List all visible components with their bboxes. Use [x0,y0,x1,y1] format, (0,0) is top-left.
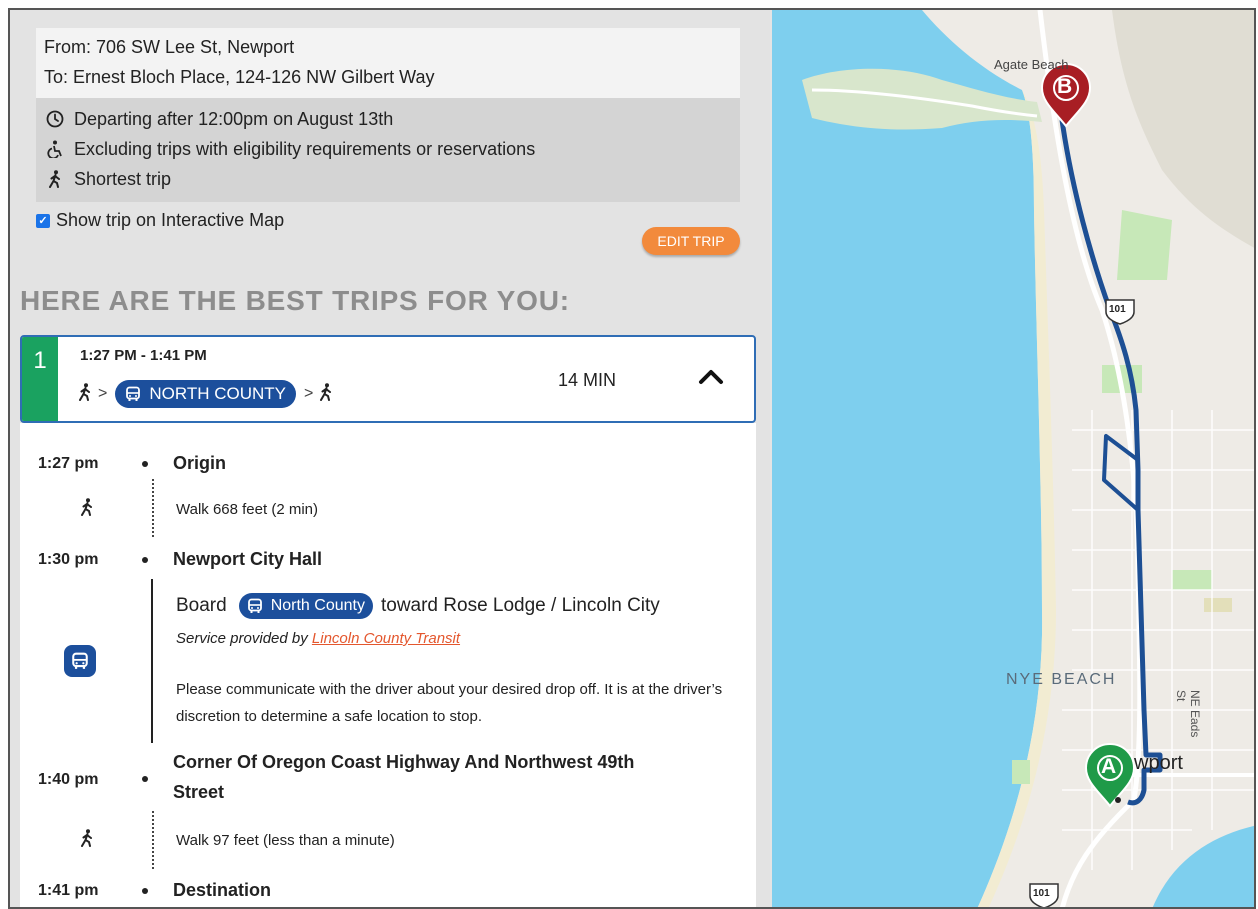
bus-icon [125,386,141,402]
route-pill: North County [238,593,373,619]
pref-departure-text: Departing after 12:00pm on August 13th [74,109,394,129]
itinerary-detail: 1:27 pm Origin Walk 668 feet (2 min) 1:3… [20,423,756,907]
pref-departure: Departing after 12:00pm on August 13th [44,104,732,134]
map-canvas[interactable] [772,10,1256,909]
marker-b-label: B [1057,75,1073,98]
trip-from: From: 706 SW Lee St, Newport [44,37,295,57]
map-label-hwy-101: 101 [1033,888,1050,899]
itinerary-number: 1 [22,337,58,421]
map-label-newport: wport [1134,752,1183,774]
board-instruction: Board North County toward Rose Lodge / L… [176,593,660,619]
show-map-toggle[interactable]: ✓ Show trip on Interactive Map [36,210,284,231]
trip-panel: From: 706 SW Lee St, Newport To: Ernest … [10,10,770,907]
walk-icon [44,170,66,188]
step-alight-stop-line2: Street [173,782,225,802]
step-boarding-stop: Newport City Hall [173,549,323,569]
wheelchair-icon [44,140,66,158]
mode-separator: > [98,385,108,402]
app-frame: From: 706 SW Lee St, Newport To: Ernest … [8,8,1256,909]
show-map-label: Show trip on Interactive Map [56,210,285,230]
route-pill: NORTH COUNTY [115,380,296,408]
service-prefix: Service provided by [176,630,308,647]
map-label-hwy-101: 101 [1109,304,1126,315]
trip-summary: From: 706 SW Lee St, Newport To: Ernest … [36,28,740,202]
pref-accessibility: Excluding trips with eligibility require… [44,134,732,164]
board-word: Board [176,595,227,616]
walk-icon [319,382,333,406]
step-alight-stop-line1: Corner Of Oregon Coast Highway And North… [173,752,635,772]
walk-step-2: Walk 97 feet (less than a minute) [176,832,395,849]
walk-connector [152,479,154,537]
transit-connector [151,579,153,743]
itinerary-card[interactable]: 1 1:27 PM - 1:41 PM > NORTH COUNTY > 14 … [20,335,756,423]
map-label-agate-beach: Agate Beach [994,57,1069,72]
itinerary-time-range: 1:27 PM - 1:41 PM [80,347,207,364]
mode-separator: > [303,385,314,402]
service-provider: Service provided by Lincoln County Trans… [176,630,460,647]
walk-step-1: Walk 668 feet (2 min) [176,501,318,518]
driver-note: Please communicate with the driver about… [176,681,723,725]
map-label-nye-beach: NYE BEACH [1006,671,1117,688]
chevron-up-icon[interactable] [698,367,724,390]
walk-icon [80,829,94,852]
pref-accessibility-text: Excluding trips with eligibility require… [74,139,536,159]
marker-a-label: A [1101,755,1117,778]
itinerary-duration: 14 MIN [558,370,617,390]
step-time-alight: 1:40 pm [38,771,99,788]
map-label-eads-st: NE Eads St [1174,690,1202,738]
pref-optimize-text: Shortest trip [74,169,172,189]
step-time-destination: 1:41 pm [38,882,99,899]
interactive-map[interactable]: Agate Beach NYE BEACH wport NE Eads St 1… [772,10,1256,909]
show-map-checkbox[interactable]: ✓ [36,213,50,228]
walk-icon [80,498,94,521]
pref-optimize: Shortest trip [44,164,732,194]
agency-link[interactable]: Lincoln County Transit [312,630,460,647]
step-time-boarding: 1:30 pm [38,551,99,568]
walk-connector [152,811,154,869]
step-dot [142,461,148,467]
route-pill-label: NORTH COUNTY [149,384,286,403]
step-dot [142,776,148,782]
from-to-box: From: 706 SW Lee St, Newport To: Ernest … [36,28,740,98]
edit-trip-button[interactable]: EDIT TRIP [642,227,740,255]
step-dot [142,557,148,563]
results-heading: HERE ARE THE BEST TRIPS FOR YOU: [20,285,570,316]
trip-preferences: Departing after 12:00pm on August 13th E… [36,98,740,202]
step-origin: Origin [173,453,226,473]
clock-icon [44,110,66,128]
step-destination: Destination [173,880,272,900]
toward-text: toward Rose Lodge / Lincoln City [380,595,660,616]
step-time-origin: 1:27 pm [38,455,99,472]
step-dot [142,888,148,894]
bus-icon [247,598,263,614]
route-name: North County [270,597,365,614]
itinerary-modes: > NORTH COUNTY > [78,380,333,408]
bus-icon [64,645,96,677]
trip-to: To: Ernest Bloch Place, 124-126 NW Gilbe… [44,67,435,87]
walk-icon [78,382,92,406]
